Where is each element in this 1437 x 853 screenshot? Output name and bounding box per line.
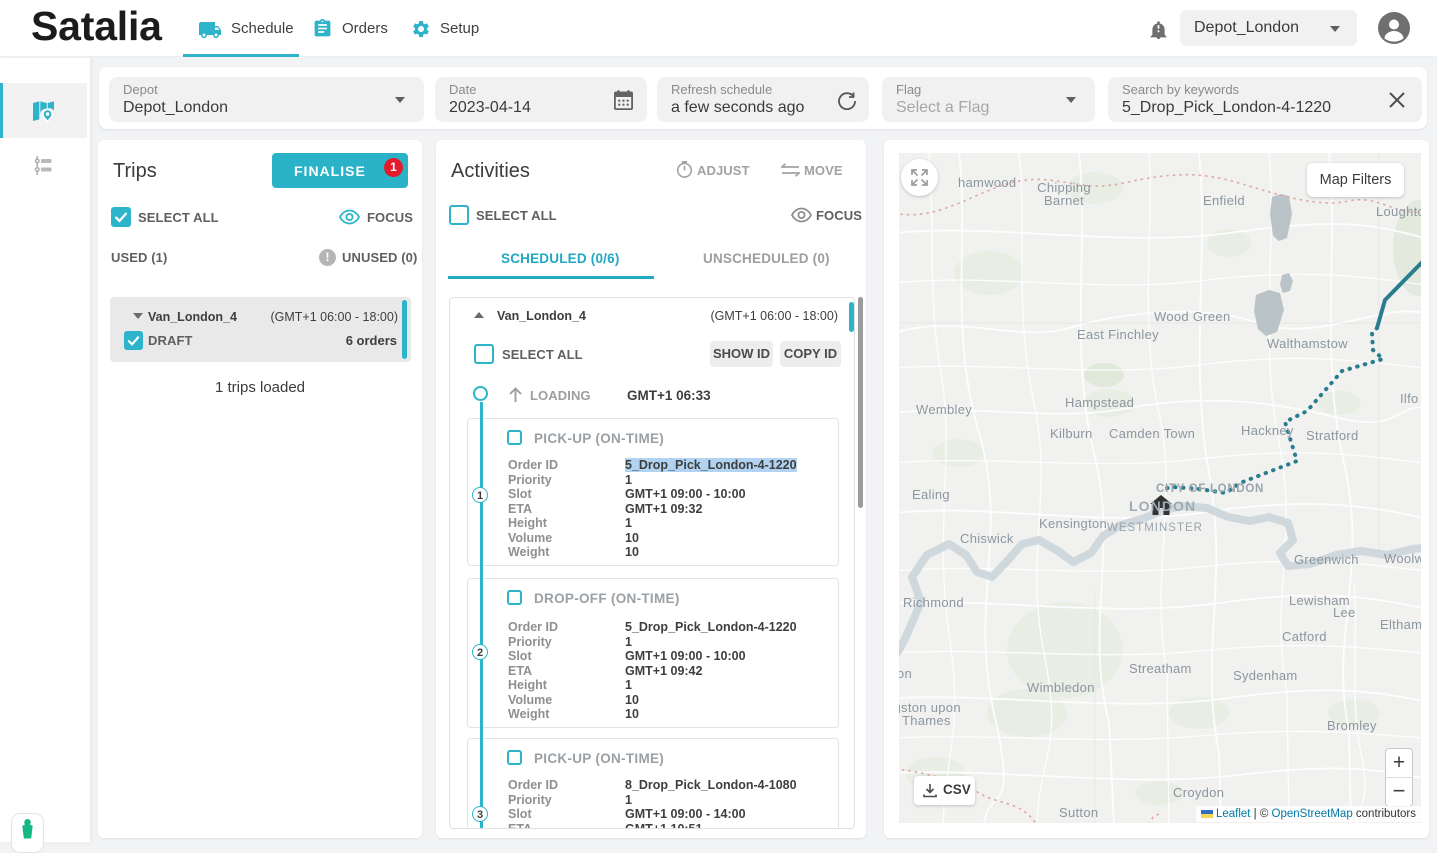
svg-text:Walthamstow: Walthamstow — [1267, 336, 1348, 351]
svg-text:Camden Town: Camden Town — [1109, 426, 1195, 441]
svg-text:Streatham: Streatham — [1129, 661, 1192, 676]
svg-text:LONDON: LONDON — [1129, 498, 1196, 514]
svg-text:Wembley: Wembley — [916, 402, 972, 417]
svg-text:Kensington: Kensington — [1039, 516, 1107, 531]
svg-text:Hampstead: Hampstead — [1065, 395, 1134, 410]
svg-text:Thames: Thames — [902, 713, 951, 728]
svg-text:Sutton: Sutton — [1059, 805, 1098, 820]
svg-text:Richmond: Richmond — [903, 595, 964, 610]
svg-text:Loughton: Loughton — [1376, 204, 1421, 219]
svg-text:Hackney: Hackney — [1241, 423, 1294, 438]
svg-text:CITY OF LONDON: CITY OF LONDON — [1156, 483, 1264, 495]
svg-text:Chiswick: Chiswick — [960, 531, 1014, 546]
svg-text:Stratford: Stratford — [1306, 428, 1359, 443]
svg-text:Ilfo: Ilfo — [1400, 391, 1419, 406]
svg-text:Wimbledon: Wimbledon — [1027, 680, 1095, 695]
svg-text:Bromley: Bromley — [1327, 718, 1377, 733]
svg-text:Croydon: Croydon — [1173, 785, 1224, 800]
svg-text:Sydenham: Sydenham — [1233, 668, 1298, 683]
svg-text:hamwood: hamwood — [958, 175, 1016, 190]
svg-text:Enfield: Enfield — [1203, 193, 1245, 208]
svg-text:Wood Green: Wood Green — [1154, 309, 1230, 324]
svg-text:East Finchley: East Finchley — [1077, 327, 1159, 342]
svg-text:Kilburn: Kilburn — [1050, 426, 1093, 441]
svg-text:Eltham: Eltham — [1380, 617, 1421, 632]
svg-text:Catford: Catford — [1282, 629, 1327, 644]
svg-text:ton: ton — [899, 666, 912, 681]
svg-text:Woolwi: Woolwi — [1384, 551, 1421, 566]
svg-text:Barnet: Barnet — [1044, 193, 1084, 208]
svg-text:Lee: Lee — [1333, 605, 1356, 620]
svg-text:WESTMINSTER: WESTMINSTER — [1107, 522, 1203, 534]
svg-text:Ealing: Ealing — [912, 487, 950, 502]
svg-text:Greenwich: Greenwich — [1294, 552, 1359, 567]
